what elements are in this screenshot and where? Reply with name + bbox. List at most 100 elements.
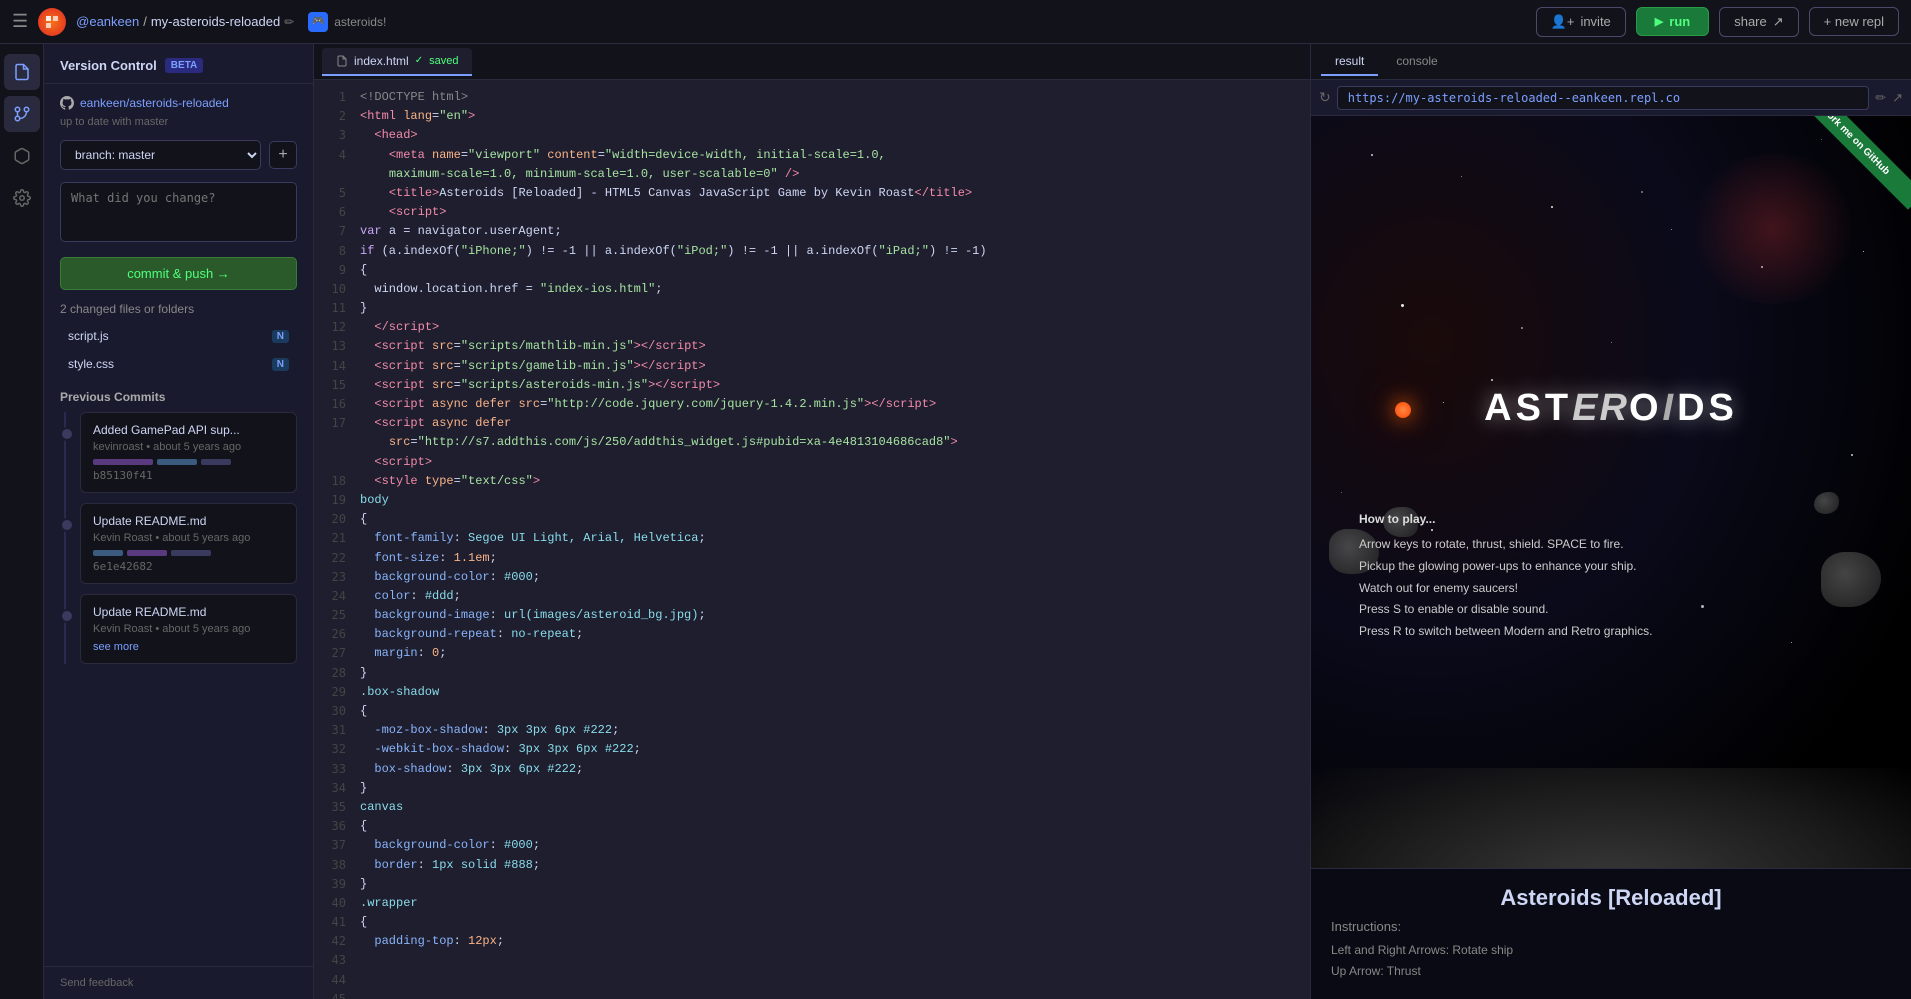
- tab-result[interactable]: result: [1321, 48, 1378, 76]
- run-play-icon: ▶: [1655, 15, 1663, 28]
- changed-file-name: script.js: [68, 329, 109, 343]
- game-frame[interactable]: Fork me on GitHub ASTEROIDS How to play.…: [1311, 116, 1911, 868]
- share-button[interactable]: share ↗: [1719, 7, 1798, 37]
- commit-hash-bar: [93, 550, 284, 556]
- game-background: Fork me on GitHub ASTEROIDS How to play.…: [1311, 116, 1911, 868]
- result-panel: result console ↻ ✏ ↗: [1311, 44, 1911, 999]
- moon-surface: [1311, 768, 1911, 868]
- result-tabs: result console: [1311, 44, 1911, 80]
- instructions-text: Left and Right Arrows: Rotate ship Up Ar…: [1331, 940, 1891, 983]
- changed-file-script: script.js N: [60, 324, 297, 348]
- run-button[interactable]: ▶ run: [1636, 7, 1709, 36]
- commit-item: Added GamePad API sup... kevinroast • ab…: [80, 412, 297, 493]
- sidebar-item-files[interactable]: [4, 54, 40, 90]
- commit-meta: kevinroast • about 5 years ago: [93, 441, 284, 453]
- hash-block: [157, 459, 197, 465]
- instructions-heading: Instructions:: [1331, 919, 1891, 934]
- browser-url-input[interactable]: [1337, 86, 1869, 110]
- glowing-planet: [1395, 402, 1411, 418]
- topbar: ☰ @eankeen / my-asteroids-reloaded ✏ 🎮 a…: [0, 0, 1911, 44]
- menu-icon[interactable]: ☰: [12, 11, 28, 32]
- instruction-line-1: Arrow keys to rotate, thrust, shield. SP…: [1359, 534, 1652, 556]
- repl-sub-label: asteroids!: [334, 15, 386, 29]
- game-title-below: Asteroids [Reloaded]: [1331, 885, 1891, 911]
- branch-row: branch: master +: [60, 140, 297, 170]
- browser-refresh-button[interactable]: ↻: [1319, 89, 1331, 106]
- instruction-up: Up Arrow: Thrust: [1331, 961, 1891, 983]
- hash-block: [93, 459, 153, 465]
- game-info: How to play... Arrow keys to rotate, thr…: [1359, 509, 1652, 643]
- instruction-line-4: Press S to enable or disable sound.: [1359, 599, 1652, 621]
- file-new-badge: N: [272, 330, 289, 343]
- commit-message: Update README.md: [93, 514, 284, 528]
- code-container[interactable]: 1234567891011121314151617181920212223242…: [314, 80, 1310, 999]
- commit-message: Added GamePad API sup...: [93, 423, 284, 437]
- hash-block: [171, 550, 211, 556]
- hash-block: [127, 550, 167, 556]
- version-control-header: Version Control BETA: [44, 44, 313, 84]
- repl-sub-icon: 🎮: [308, 12, 328, 32]
- game-title: ASTEROIDS: [1484, 387, 1738, 430]
- commit-hash: 6e1e42682: [93, 560, 284, 573]
- version-control-panel: Version Control BETA eankeen/asteroids-r…: [44, 44, 314, 999]
- invite-icon: 👤+: [1551, 14, 1575, 30]
- commit-message-input[interactable]: [60, 182, 297, 242]
- instruction-line-5: Press R to switch between Modern and Ret…: [1359, 621, 1652, 643]
- code-editor: index.html ✓ saved 123456789101112131415…: [314, 44, 1311, 999]
- github-link[interactable]: eankeen/asteroids-reloaded: [60, 96, 297, 110]
- commit-meta: Kevin Roast • about 5 years ago: [93, 532, 284, 544]
- saved-indicator: ✓: [415, 55, 423, 66]
- commit-item: Update README.md Kevin Roast • about 5 y…: [80, 503, 297, 584]
- invite-button[interactable]: 👤+ invite: [1536, 7, 1626, 37]
- username-link[interactable]: @eankeen: [76, 14, 139, 29]
- sidebar-item-settings[interactable]: [4, 180, 40, 216]
- fork-ribbon[interactable]: Fork me on GitHub: [1811, 116, 1911, 210]
- sidebar-item-version-control[interactable]: [4, 96, 40, 132]
- hash-block: [201, 459, 231, 465]
- open-external-icon[interactable]: ↗: [1892, 90, 1903, 106]
- changed-files-count: 2 changed files or folders: [60, 302, 297, 316]
- see-more-link[interactable]: see more: [93, 641, 284, 653]
- commit-item: Update README.md Kevin Roast • about 5 y…: [80, 594, 297, 664]
- new-repl-button[interactable]: + new repl: [1809, 7, 1899, 36]
- up-to-date-label: up to date with master: [60, 116, 297, 128]
- edit-repl-name-icon[interactable]: ✏: [284, 15, 294, 29]
- commit-message: Update README.md: [93, 605, 284, 619]
- commit-hash: b85130f41: [93, 469, 284, 482]
- version-control-content: eankeen/asteroids-reloaded up to date wi…: [44, 84, 313, 686]
- how-to-play-label: How to play...: [1359, 509, 1652, 531]
- previous-commits-title: Previous Commits: [60, 390, 297, 404]
- file-new-badge: N: [272, 358, 289, 371]
- browser-bar: ↻ ✏ ↗: [1311, 80, 1911, 116]
- tab-index-html[interactable]: index.html ✓ saved: [322, 48, 472, 76]
- branch-select[interactable]: branch: master: [60, 140, 261, 170]
- commit-meta: Kevin Roast • about 5 years ago: [93, 623, 284, 635]
- fork-ribbon-container: Fork me on GitHub: [1811, 116, 1911, 216]
- instruction-line-3: Watch out for enemy saucers!: [1359, 578, 1652, 600]
- commit-push-button[interactable]: commit & push →: [60, 257, 297, 290]
- version-control-title: Version Control: [60, 58, 157, 73]
- icon-sidebar: [0, 44, 44, 999]
- line-numbers: 1234567891011121314151617181920212223242…: [314, 80, 356, 999]
- edit-url-icon[interactable]: ✏: [1875, 90, 1886, 106]
- changed-file-style: style.css N: [60, 352, 297, 376]
- tab-console[interactable]: console: [1382, 48, 1451, 76]
- add-branch-button[interactable]: +: [269, 141, 297, 169]
- commit-hash-bar: [93, 459, 284, 465]
- saved-label: saved: [429, 55, 458, 67]
- beta-badge: BETA: [165, 58, 203, 73]
- repl-breadcrumb: @eankeen / my-asteroids-reloaded ✏: [76, 14, 294, 29]
- topbar-actions: 👤+ invite ▶ run share ↗ + new repl: [1536, 7, 1899, 37]
- repl-name-link[interactable]: my-asteroids-reloaded: [151, 14, 280, 29]
- editor-tabs: index.html ✓ saved: [314, 44, 1310, 80]
- commit-timeline: Added GamePad API sup... kevinroast • ab…: [60, 412, 297, 664]
- send-feedback-link[interactable]: Send feedback: [44, 966, 313, 999]
- replit-logo: [38, 8, 66, 36]
- instruction-line-2: Pickup the glowing power-ups to enhance …: [1359, 556, 1652, 578]
- code-content[interactable]: <!DOCTYPE html><html lang="en"> <head> <…: [356, 80, 1310, 999]
- instruction-left-right: Left and Right Arrows: Rotate ship: [1331, 940, 1891, 962]
- main-layout: Version Control BETA eankeen/asteroids-r…: [0, 44, 1911, 999]
- hash-block: [93, 550, 123, 556]
- sidebar-item-packages[interactable]: [4, 138, 40, 174]
- html-file-icon: [336, 55, 348, 67]
